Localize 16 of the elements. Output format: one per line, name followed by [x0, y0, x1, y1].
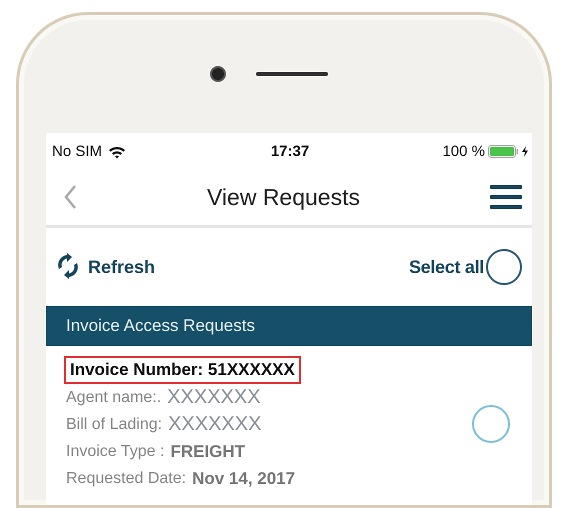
field-value: XXXXXXX	[167, 386, 261, 409]
field-value: FREIGHT	[170, 442, 246, 462]
refresh-button[interactable]: Refresh	[56, 253, 156, 281]
invoice-number: Invoice Number: 51XXXXXX	[64, 356, 301, 384]
field-value: XXXXXXX	[168, 413, 262, 436]
field-label: Agent name:.	[66, 388, 162, 406]
field-label: Requested Date:	[66, 470, 186, 488]
carrier-label: No SIM	[52, 142, 102, 160]
field-label: Invoice Type :	[66, 442, 164, 460]
field-value: Nov 14, 2017	[192, 468, 296, 488]
battery-percent: 100 %	[442, 142, 485, 160]
section-header: Invoice Access Requests	[46, 306, 532, 346]
screen-title: View Requests	[207, 184, 360, 210]
clock-time: 17:37	[270, 142, 310, 160]
field-label: Bill of Lading:	[66, 416, 162, 434]
select-all-label[interactable]: Select all	[408, 256, 484, 278]
